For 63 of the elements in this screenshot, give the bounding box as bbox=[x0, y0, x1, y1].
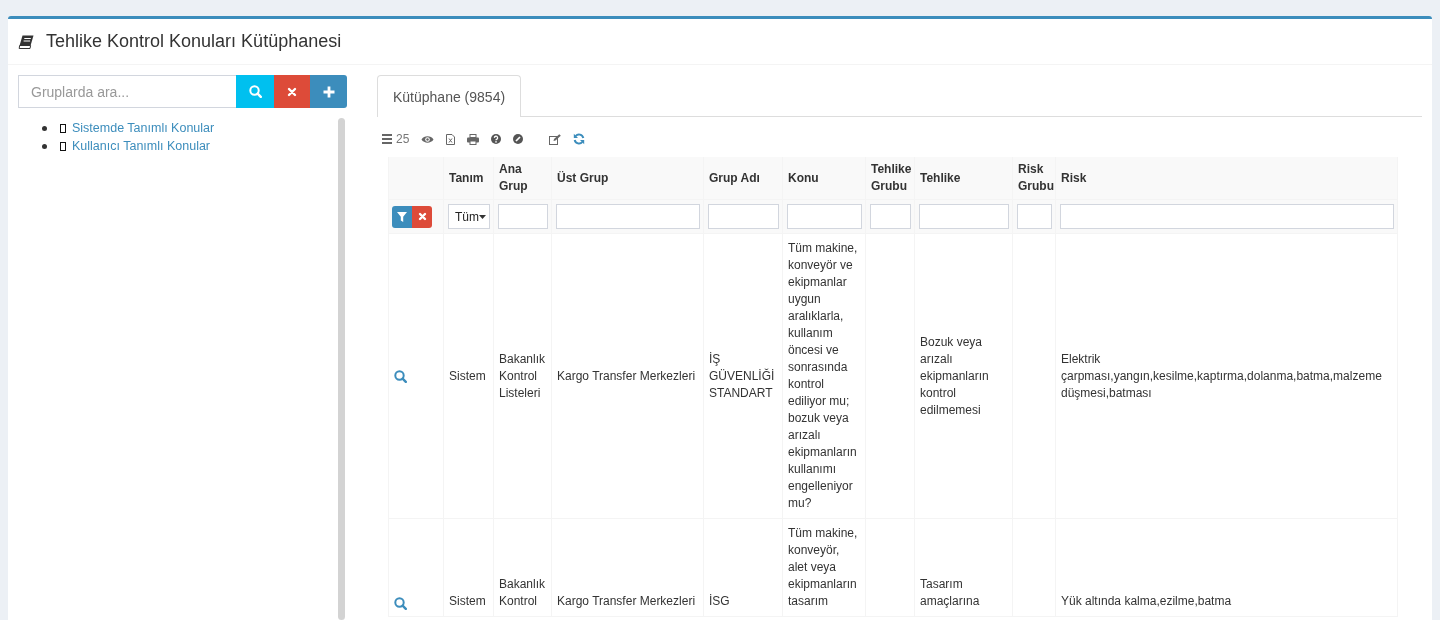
caret-icon bbox=[479, 214, 486, 219]
book-icon bbox=[18, 34, 34, 49]
tab[interactable]: Kütüphane (9854) bbox=[377, 75, 522, 117]
main-group-text: Bakanlık Kontrol Listeleri bbox=[499, 351, 546, 400]
group-name-text: İŞ GÜVENLİĞİ STANDART bbox=[709, 351, 775, 400]
file-icon[interactable] bbox=[446, 133, 456, 145]
help-icon[interactable] bbox=[491, 134, 502, 144]
refresh-icon[interactable] bbox=[573, 133, 586, 145]
filter-field[interactable] bbox=[787, 204, 862, 229]
column-header: Risk bbox=[1055, 157, 1398, 200]
close-icon bbox=[287, 86, 297, 97]
definition-text: Sistem bbox=[449, 594, 486, 608]
column-header: Tanım bbox=[443, 157, 494, 200]
hazard-text: Bozuk veya arızalı ekipmanların kontrol edilmemesi bbox=[920, 334, 989, 417]
group-name-text: İSG bbox=[709, 594, 730, 608]
column-header: Üst Grup bbox=[551, 157, 704, 200]
add-button[interactable] bbox=[310, 75, 347, 108]
column-header: Tehlike bbox=[914, 157, 1013, 200]
close-icon bbox=[417, 212, 427, 221]
bullet-icon bbox=[42, 125, 47, 131]
search-icon bbox=[248, 85, 262, 98]
filter-field[interactable] bbox=[1060, 204, 1394, 229]
filter-field[interactable] bbox=[556, 204, 700, 229]
filter-button[interactable] bbox=[392, 205, 412, 228]
filter-icon bbox=[397, 211, 407, 222]
page-size-button[interactable]: 25 bbox=[382, 132, 410, 146]
hazard-text: Tasarım amaçlarına bbox=[920, 577, 980, 608]
main-group-text: Bakanlık Kontrol bbox=[499, 577, 546, 608]
risk-text: Elektrik çarpması,yangın,kesilme,kaptırma,dolanma,batma,malzeme düşmesi,batması bbox=[1061, 351, 1382, 400]
column-header: Konu bbox=[782, 157, 866, 200]
plus-icon bbox=[322, 85, 335, 98]
magnifier-icon[interactable] bbox=[394, 369, 407, 383]
column-header: Tehlike Grubu bbox=[865, 157, 915, 200]
parent-group-text: Kargo Transfer Merkezleri bbox=[557, 594, 696, 608]
risk-text: Yük altında kalma,ezilme,batma bbox=[1061, 594, 1232, 608]
filter-field[interactable] bbox=[1017, 204, 1052, 229]
print-icon[interactable] bbox=[467, 133, 480, 145]
column-header: Risk Grubu bbox=[1012, 157, 1056, 200]
edit-icon[interactable] bbox=[549, 133, 562, 145]
scrollbar-thumb[interactable] bbox=[338, 118, 345, 620]
circle-slash-icon[interactable] bbox=[513, 134, 524, 144]
filter-field[interactable] bbox=[708, 204, 779, 229]
topic-text: Tüm makine, konveyör, alet veya ekipmanların tasarım bbox=[788, 526, 858, 608]
column-header: Grup Adı bbox=[703, 157, 783, 200]
filter-field[interactable] bbox=[870, 204, 911, 229]
topic-text: Tüm makine, konveyör ve ekipmanlar uygun aralıklarla, kullanım öncesi ve sonrasında kontrol ediliyor mu; bozuk veya arızalı ekipmanların kullanımı engelleniyor mu? bbox=[788, 241, 858, 510]
list-icon bbox=[382, 134, 392, 144]
search-field[interactable]: Gruplarda ara... bbox=[18, 75, 236, 108]
definition-text: Sistem bbox=[449, 368, 486, 383]
parent-group-text: Kargo Transfer Merkezleri bbox=[557, 368, 696, 383]
search-button[interactable] bbox=[236, 75, 274, 108]
tree-item[interactable]: Sistemde Tanımlı Konular bbox=[72, 121, 215, 135]
column-header: Ana Grup bbox=[493, 157, 552, 200]
filter-field[interactable] bbox=[498, 204, 548, 229]
eye-icon[interactable] bbox=[421, 134, 435, 144]
bullet-icon bbox=[42, 143, 47, 149]
tree-item[interactable]: Kullanıcı Tanımlı Konular bbox=[72, 139, 211, 153]
filter-field[interactable] bbox=[919, 204, 1009, 229]
page-title: Tehlike Kontrol Konuları Kütüphanesi bbox=[46, 31, 342, 52]
filter-select[interactable]: Tüm bbox=[448, 204, 490, 229]
magnifier-icon[interactable] bbox=[394, 597, 407, 610]
clear-button[interactable] bbox=[274, 75, 310, 108]
clear-filter-button[interactable] bbox=[412, 205, 432, 228]
